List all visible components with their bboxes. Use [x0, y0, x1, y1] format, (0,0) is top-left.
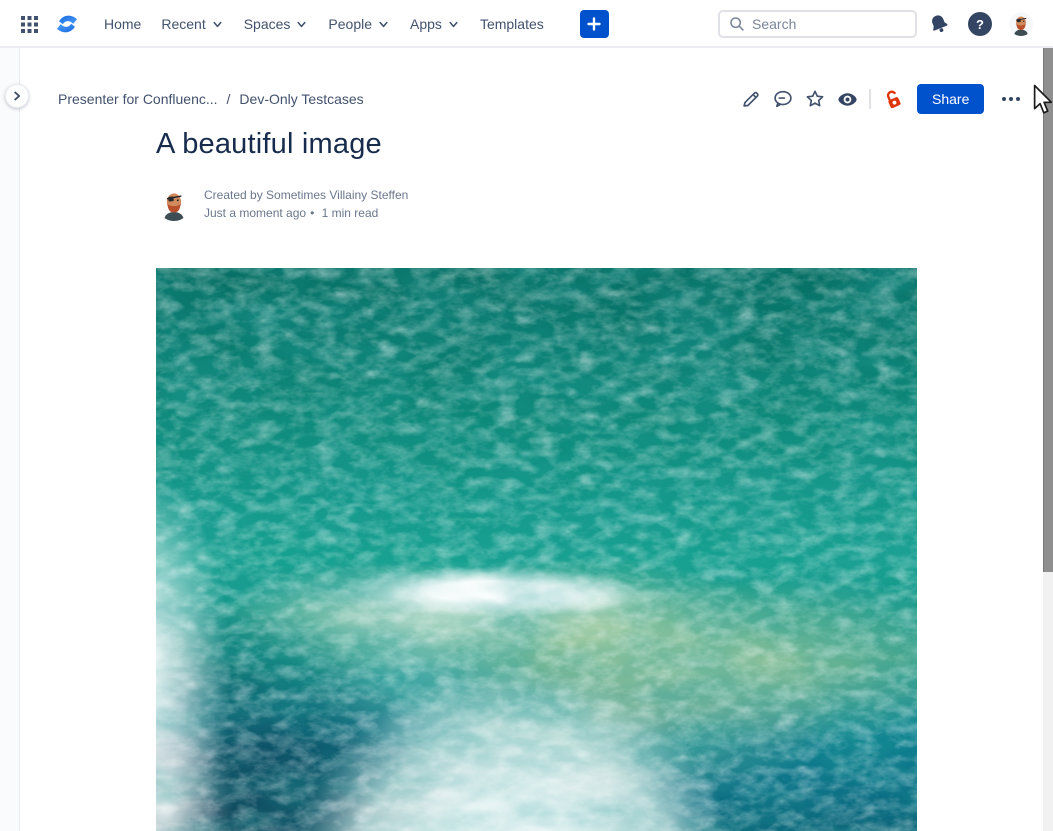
byline: Created by Sometimes Villainy Steffen Ju…: [157, 186, 408, 222]
meta-separator: •: [310, 206, 314, 220]
top-navigation-bar: Home Recent Spaces People Apps Templates: [0, 0, 1053, 48]
breadcrumb: Presenter for Confluenc... / Dev-Only Te…: [58, 91, 364, 107]
chevron-down-icon: [295, 18, 308, 31]
share-button[interactable]: Share: [917, 84, 984, 114]
profile-avatar-button[interactable]: [1008, 11, 1034, 37]
time-ago-text: Just a moment ago: [204, 206, 306, 220]
page-image-aerial-ocean[interactable]: [156, 268, 917, 831]
notifications-button[interactable]: [926, 11, 952, 37]
nav-item-recent[interactable]: Recent: [151, 8, 233, 40]
chevron-down-icon: [211, 18, 224, 31]
chevron-down-icon: [447, 18, 460, 31]
primary-nav: Home Recent Spaces People Apps Templates: [94, 8, 554, 40]
plus-icon: [586, 16, 602, 32]
global-search[interactable]: [718, 10, 917, 38]
scrollbar-thumb[interactable]: [1043, 2, 1053, 572]
comment-bubble-icon: [772, 88, 794, 110]
scrollbar-track[interactable]: [1043, 0, 1053, 831]
pencil-icon: [740, 88, 762, 110]
restrictions-button[interactable]: [877, 83, 909, 115]
app-switcher-button[interactable]: [18, 13, 40, 35]
eye-icon: [836, 88, 859, 111]
author-avatar[interactable]: [157, 187, 191, 221]
search-input[interactable]: [752, 16, 902, 32]
watch-button[interactable]: [831, 83, 863, 115]
favourite-button[interactable]: [799, 83, 831, 115]
read-time-text: 1 min read: [322, 206, 379, 220]
help-button[interactable]: ?: [967, 11, 993, 37]
nav-item-home[interactable]: Home: [94, 8, 151, 40]
actions-divider: [869, 89, 871, 109]
nav-item-apps[interactable]: Apps: [400, 8, 470, 40]
nav-item-people[interactable]: People: [318, 8, 400, 40]
confluence-page-view: Home Recent Spaces People Apps Templates: [0, 0, 1053, 831]
bell-icon: [927, 12, 951, 36]
star-icon: [804, 88, 826, 110]
comment-button[interactable]: [767, 83, 799, 115]
avatar: [1009, 12, 1033, 36]
nav-item-spaces[interactable]: Spaces: [234, 8, 319, 40]
collapsed-sidebar-rail: [0, 48, 20, 831]
breadcrumb-space-link[interactable]: Presenter for Confluenc...: [58, 91, 218, 107]
sidebar-expand-button[interactable]: [5, 84, 29, 108]
breadcrumb-parent-link[interactable]: Dev-Only Testcases: [239, 91, 363, 107]
more-actions-button[interactable]: [996, 84, 1026, 114]
chevron-down-icon: [377, 18, 390, 31]
chevron-right-icon: [10, 89, 24, 103]
byline-meta: Created by Sometimes Villainy Steffen Ju…: [204, 186, 408, 222]
unlocked-padlock-icon: [882, 88, 905, 111]
breadcrumb-separator: /: [227, 91, 231, 107]
confluence-logo-icon[interactable]: [52, 9, 82, 39]
nav-item-templates[interactable]: Templates: [470, 8, 554, 40]
search-icon: [728, 15, 746, 33]
app-grid-icon: [21, 16, 38, 33]
created-by-text: Created by Sometimes Villainy Steffen: [204, 186, 408, 204]
ocean-texture: [156, 268, 917, 831]
page-actions: Share: [735, 83, 1026, 115]
question-mark-icon: ?: [968, 12, 992, 36]
edit-button[interactable]: [735, 83, 767, 115]
page-title: A beautiful image: [156, 128, 382, 161]
create-content-button[interactable]: [580, 10, 609, 38]
